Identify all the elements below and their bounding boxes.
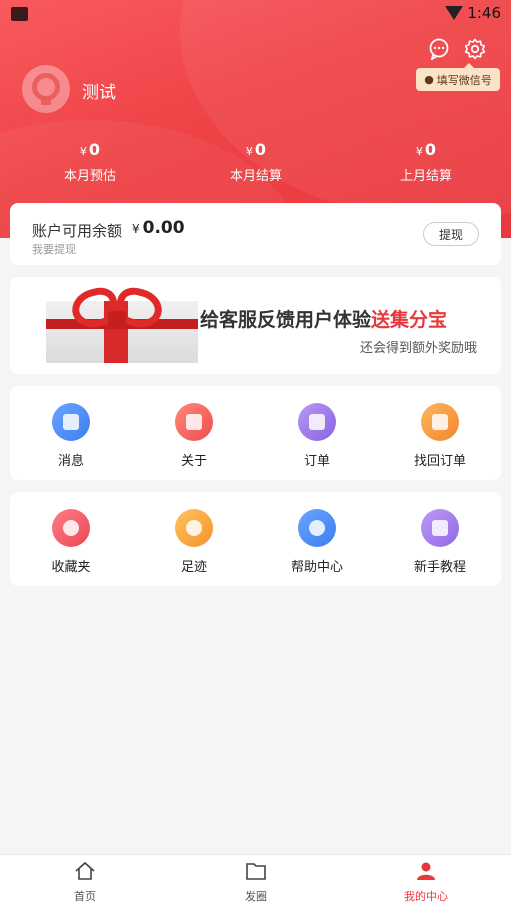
stat-label: 本月结算 (229, 169, 282, 184)
grid-item-label: 订单 (303, 454, 330, 469)
folder-icon (246, 863, 266, 880)
username: 测试 (82, 83, 116, 103)
tab-label: 我的中心 (404, 890, 448, 903)
find-order-icon (421, 403, 459, 441)
notification-icon (11, 7, 28, 21)
currency-symbol: ¥ (245, 145, 253, 158)
avatar[interactable] (22, 65, 70, 113)
currency-symbol: ¥ (132, 222, 140, 236)
banner-title-highlight: 送集分宝 (371, 309, 448, 331)
gear-icon[interactable] (464, 38, 486, 60)
grid-item-label: 收藏夹 (51, 560, 91, 575)
message-icon (52, 403, 90, 441)
chat-icon[interactable] (428, 38, 450, 60)
currency-symbol: ¥ (415, 145, 423, 158)
balance-card: 账户可用余额 ¥0.00 我要提现 提现 (10, 203, 501, 265)
wifi-icon (445, 6, 463, 20)
order-icon (298, 403, 336, 441)
footprint-icon (175, 509, 213, 547)
stat-month-estimate[interactable]: ¥0 本月预估 (30, 140, 150, 184)
wechat-tip[interactable]: ● 填写微信号 (416, 63, 500, 91)
banner-title-main: 给客服反馈用户体验 (200, 309, 372, 331)
stat-month-settled[interactable]: ¥0 本月结算 (196, 140, 316, 184)
grid-item-find-order[interactable]: 找回订单 (390, 403, 490, 469)
currency-symbol: ¥ (79, 145, 87, 158)
gift-knot (108, 311, 126, 329)
withdraw-button[interactable]: 提现 (423, 222, 479, 246)
favorites-icon (52, 509, 90, 547)
about-icon (175, 403, 213, 441)
banner-title: 给客服反馈用户体验送集分宝 (200, 305, 447, 332)
wechat-tip-label: 填写微信号 (436, 73, 492, 87)
tab-moments[interactable]: 发圈 (196, 861, 316, 904)
grid-item-order[interactable]: 订单 (267, 403, 367, 469)
stat-value: 0 (254, 140, 267, 159)
stat-value: 0 (88, 140, 101, 159)
grid-item-label: 关于 (180, 454, 207, 469)
tab-label: 发圈 (245, 890, 267, 903)
grid-item-message[interactable]: 消息 (21, 403, 121, 469)
tab-home[interactable]: 首页 (25, 861, 145, 904)
tab-my-center[interactable]: 我的中心 (366, 861, 486, 904)
grid-item-about[interactable]: 关于 (144, 403, 244, 469)
stat-label: 上月结算 (399, 169, 452, 184)
stat-last-month-settled[interactable]: ¥0 上月结算 (366, 140, 486, 184)
grid-item-label: 足迹 (180, 560, 207, 575)
grid-item-label: 帮助中心 (290, 560, 343, 575)
tutorial-icon (421, 509, 459, 547)
bottom-tab-bar: 首页 发圈 我的中心 (0, 854, 511, 908)
help-icon (298, 509, 336, 547)
home-icon (75, 861, 95, 880)
user-icon (417, 862, 435, 880)
stat-label: 本月预估 (63, 169, 116, 184)
grid-item-label: 消息 (57, 454, 84, 469)
status-time: 1:46 (467, 4, 501, 22)
status-bar: 1:46 (0, 0, 511, 28)
function-grid-2: 收藏夹 足迹 帮助中心 新手教程 (10, 492, 501, 586)
avatar-stem (41, 97, 51, 105)
grid-item-label: 找回订单 (413, 454, 466, 469)
grid-item-tutorial[interactable]: 新手教程 (390, 509, 490, 575)
balance-sub: 我要提现 (32, 243, 76, 256)
balance-label: 账户可用余额 (32, 222, 123, 240)
grid-item-footprint[interactable]: 足迹 (144, 509, 244, 575)
stat-value: 0 (424, 140, 437, 159)
tab-label: 首页 (74, 890, 96, 903)
grid-item-label: 新手教程 (413, 560, 466, 575)
feedback-banner[interactable]: 给客服反馈用户体验送集分宝 还会得到额外奖励哦 (10, 277, 501, 374)
grid-item-help[interactable]: 帮助中心 (267, 509, 367, 575)
wechat-icon: ● (424, 73, 434, 86)
balance-value: ¥0.00 (132, 218, 185, 238)
grid-item-favorites[interactable]: 收藏夹 (21, 509, 121, 575)
banner-subtitle: 还会得到额外奖励哦 (359, 341, 477, 356)
balance-amount: 0.00 (142, 218, 185, 238)
function-grid-1: 消息 关于 订单 找回订单 (10, 386, 501, 480)
